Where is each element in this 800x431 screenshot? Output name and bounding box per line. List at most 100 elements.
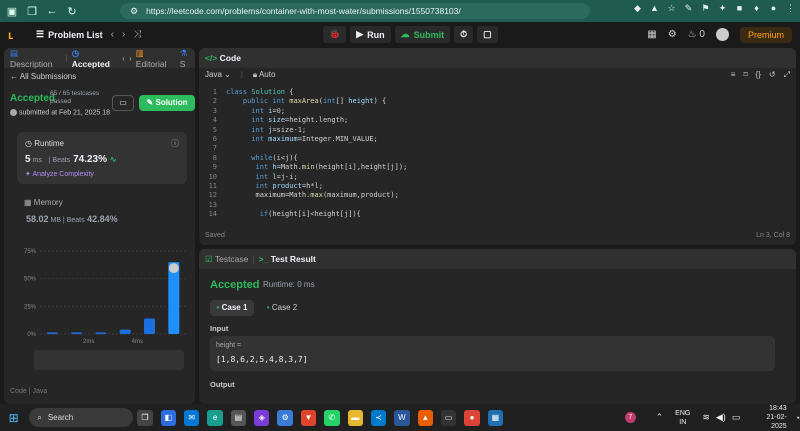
sidebar-icon[interactable]: ▣: [4, 3, 20, 19]
tab-test-result[interactable]: >_ Test Result: [259, 254, 316, 264]
notebook-button[interactable]: ▭: [112, 95, 134, 111]
avatar[interactable]: [715, 28, 729, 41]
edge-icon[interactable]: e: [207, 409, 223, 426]
shield-icon[interactable]: ▲: [649, 3, 660, 14]
chevron-up-icon[interactable]: ⌃: [656, 412, 664, 423]
case-2-tab[interactable]: • Case 2: [262, 300, 302, 316]
chart-scroller[interactable]: [34, 350, 184, 370]
submission-status: Accepted: [10, 93, 56, 104]
problem-list-link[interactable]: ☰ Problem List: [36, 29, 103, 40]
folder-icon[interactable]: ▬: [347, 409, 363, 426]
fire-icon: ♨: [687, 29, 697, 40]
taskbar-search[interactable]: ⌕ Search: [29, 408, 134, 427]
tabs-icon[interactable]: ❐: [24, 3, 40, 19]
volume-icon[interactable]: ◀): [716, 412, 726, 423]
chip-icon: ▦: [24, 198, 32, 207]
browser-extensions: ◆ ▲ ☆ ✎ ⚑ ✦ ■ ♦ ● ⋮: [632, 3, 796, 14]
streak[interactable]: ♨ 0: [688, 29, 705, 40]
address-bar[interactable]: ⚙ https://leetcode.com/problems/containe…: [120, 3, 590, 19]
chart-bar[interactable]: [95, 332, 107, 334]
extension-icon[interactable]: ●: [768, 3, 779, 14]
analyze-complexity-link[interactable]: ✦ Analyze Complexity: [25, 170, 94, 178]
store-icon[interactable]: ◈: [254, 409, 270, 426]
auto-mode[interactable]: 🔒︎ Auto: [253, 70, 276, 80]
chart-bar[interactable]: [71, 332, 82, 334]
refresh-icon[interactable]: ↻: [64, 3, 80, 19]
tabs-next-icon[interactable]: ›: [129, 53, 132, 63]
result-panel: ☑ Testcase | >_ Test Result Accepted Run…: [199, 249, 796, 404]
settings-app-icon[interactable]: ⚙: [277, 409, 293, 426]
word-icon[interactable]: W: [394, 409, 410, 426]
clock-icon: ◷: [25, 139, 32, 148]
extension-icon[interactable]: ♦: [751, 3, 762, 14]
notification-badge[interactable]: 7: [625, 412, 636, 423]
vscode-icon[interactable]: ≺: [370, 409, 387, 426]
terminal-icon: >_: [258, 254, 269, 264]
edit-icon[interactable]: ✎: [683, 3, 694, 14]
tab-solutions[interactable]: ⚗ S: [180, 48, 195, 69]
code-editor[interactable]: 1 class Solution { 2 public int maxArea(i…: [199, 88, 796, 226]
battery-icon[interactable]: ▭: [732, 412, 741, 423]
runtime-card[interactable]: ◷ Runtime ⓘ 5 ms | Beats 74.23% ∿ ✦ Anal…: [17, 132, 187, 184]
whatsapp-icon[interactable]: ✆: [324, 409, 340, 426]
all-submissions-link[interactable]: ← All Submissions: [10, 72, 76, 81]
editorial-icon: ▥: [135, 48, 144, 58]
reset-icon[interactable]: ↺: [769, 70, 776, 80]
settings-icon[interactable]: ⚙: [668, 29, 677, 40]
expand-icon[interactable]: ⤢: [784, 70, 790, 80]
files-icon[interactable]: ▤: [230, 409, 247, 426]
site-info-icon[interactable]: ⚙: [130, 6, 138, 17]
widgets-icon[interactable]: ◧: [160, 409, 177, 426]
code-tab[interactable]: </> Code: [205, 53, 241, 63]
chart-bar[interactable]: [119, 329, 131, 334]
notifications-icon[interactable]: ◔: [795, 413, 800, 423]
extension-icon[interactable]: ✦: [717, 3, 728, 14]
task-view-icon[interactable]: ❐: [137, 409, 153, 426]
tab-editorial[interactable]: ▥ Editorial: [136, 48, 176, 69]
terminal-icon[interactable]: ▭: [440, 409, 457, 426]
chart-bar[interactable]: [46, 332, 58, 334]
braces-icon[interactable]: {}: [756, 70, 761, 80]
photos-icon[interactable]: ▦: [487, 409, 504, 426]
leetcode-logo[interactable]: ʟ: [8, 28, 22, 42]
extension-icon[interactable]: ◆: [632, 3, 643, 14]
tabs-prev-icon[interactable]: ‹: [122, 53, 125, 63]
premium-button[interactable]: Premium: [739, 26, 792, 43]
extension-icon[interactable]: ⚑: [700, 3, 711, 14]
menu-icon[interactable]: ⋮: [785, 3, 796, 14]
mail-icon[interactable]: ✉: [184, 409, 200, 426]
format-icon[interactable]: ≡: [731, 70, 736, 80]
next-problem-icon[interactable]: ›: [122, 29, 125, 40]
prev-problem-icon[interactable]: ‹: [111, 29, 114, 40]
language-select[interactable]: Java ⌄: [205, 70, 231, 80]
bookmark-icon[interactable]: ☆: [666, 3, 677, 14]
param-value: [1,8,6,2,5,4,8,3,7]: [216, 355, 308, 364]
wifi-icon[interactable]: ≋: [702, 412, 710, 423]
chrome-icon[interactable]: ●: [464, 409, 480, 426]
tab-testcase[interactable]: ☑ Testcase: [205, 254, 248, 265]
debug-button[interactable]: 🐞: [323, 26, 347, 43]
solution-button[interactable]: ✎ Solution: [139, 95, 195, 111]
chart-bar[interactable]: [144, 318, 155, 334]
language-indicator[interactable]: ENG IN: [675, 409, 690, 427]
clock[interactable]: 18:43 21-02-2025: [752, 404, 786, 431]
notes-button[interactable]: ▢: [477, 26, 498, 43]
url-text: https://leetcode.com/problems/container-…: [146, 6, 461, 16]
shuffle-icon[interactable]: ⤨: [133, 29, 141, 40]
bookmark-icon[interactable]: ⌑: [743, 70, 747, 80]
vlc-icon[interactable]: ▲: [417, 409, 433, 426]
info-icon[interactable]: ⓘ: [171, 138, 179, 149]
tab-description[interactable]: ▤ Description: [10, 48, 61, 69]
y-tick-label: 0%: [27, 332, 36, 338]
tab-accepted[interactable]: ◷ Accepted: [72, 48, 118, 69]
back-icon[interactable]: ←: [44, 3, 60, 19]
submit-button[interactable]: ☁ Submit: [394, 26, 451, 43]
extension-icon[interactable]: ■: [734, 3, 745, 14]
run-button[interactable]: ▶ Run: [350, 26, 391, 43]
case-1-tab[interactable]: • Case 1: [210, 300, 254, 316]
brave-icon[interactable]: ▼: [300, 409, 317, 426]
timer-button[interactable]: ⏱: [454, 26, 474, 43]
layout-icon[interactable]: ▦: [647, 29, 656, 40]
windows-start-icon[interactable]: ⊞: [6, 410, 21, 426]
submission-panel: ▤ Description | ◷ Accepted ‹ › ▥ Editori…: [4, 48, 195, 404]
